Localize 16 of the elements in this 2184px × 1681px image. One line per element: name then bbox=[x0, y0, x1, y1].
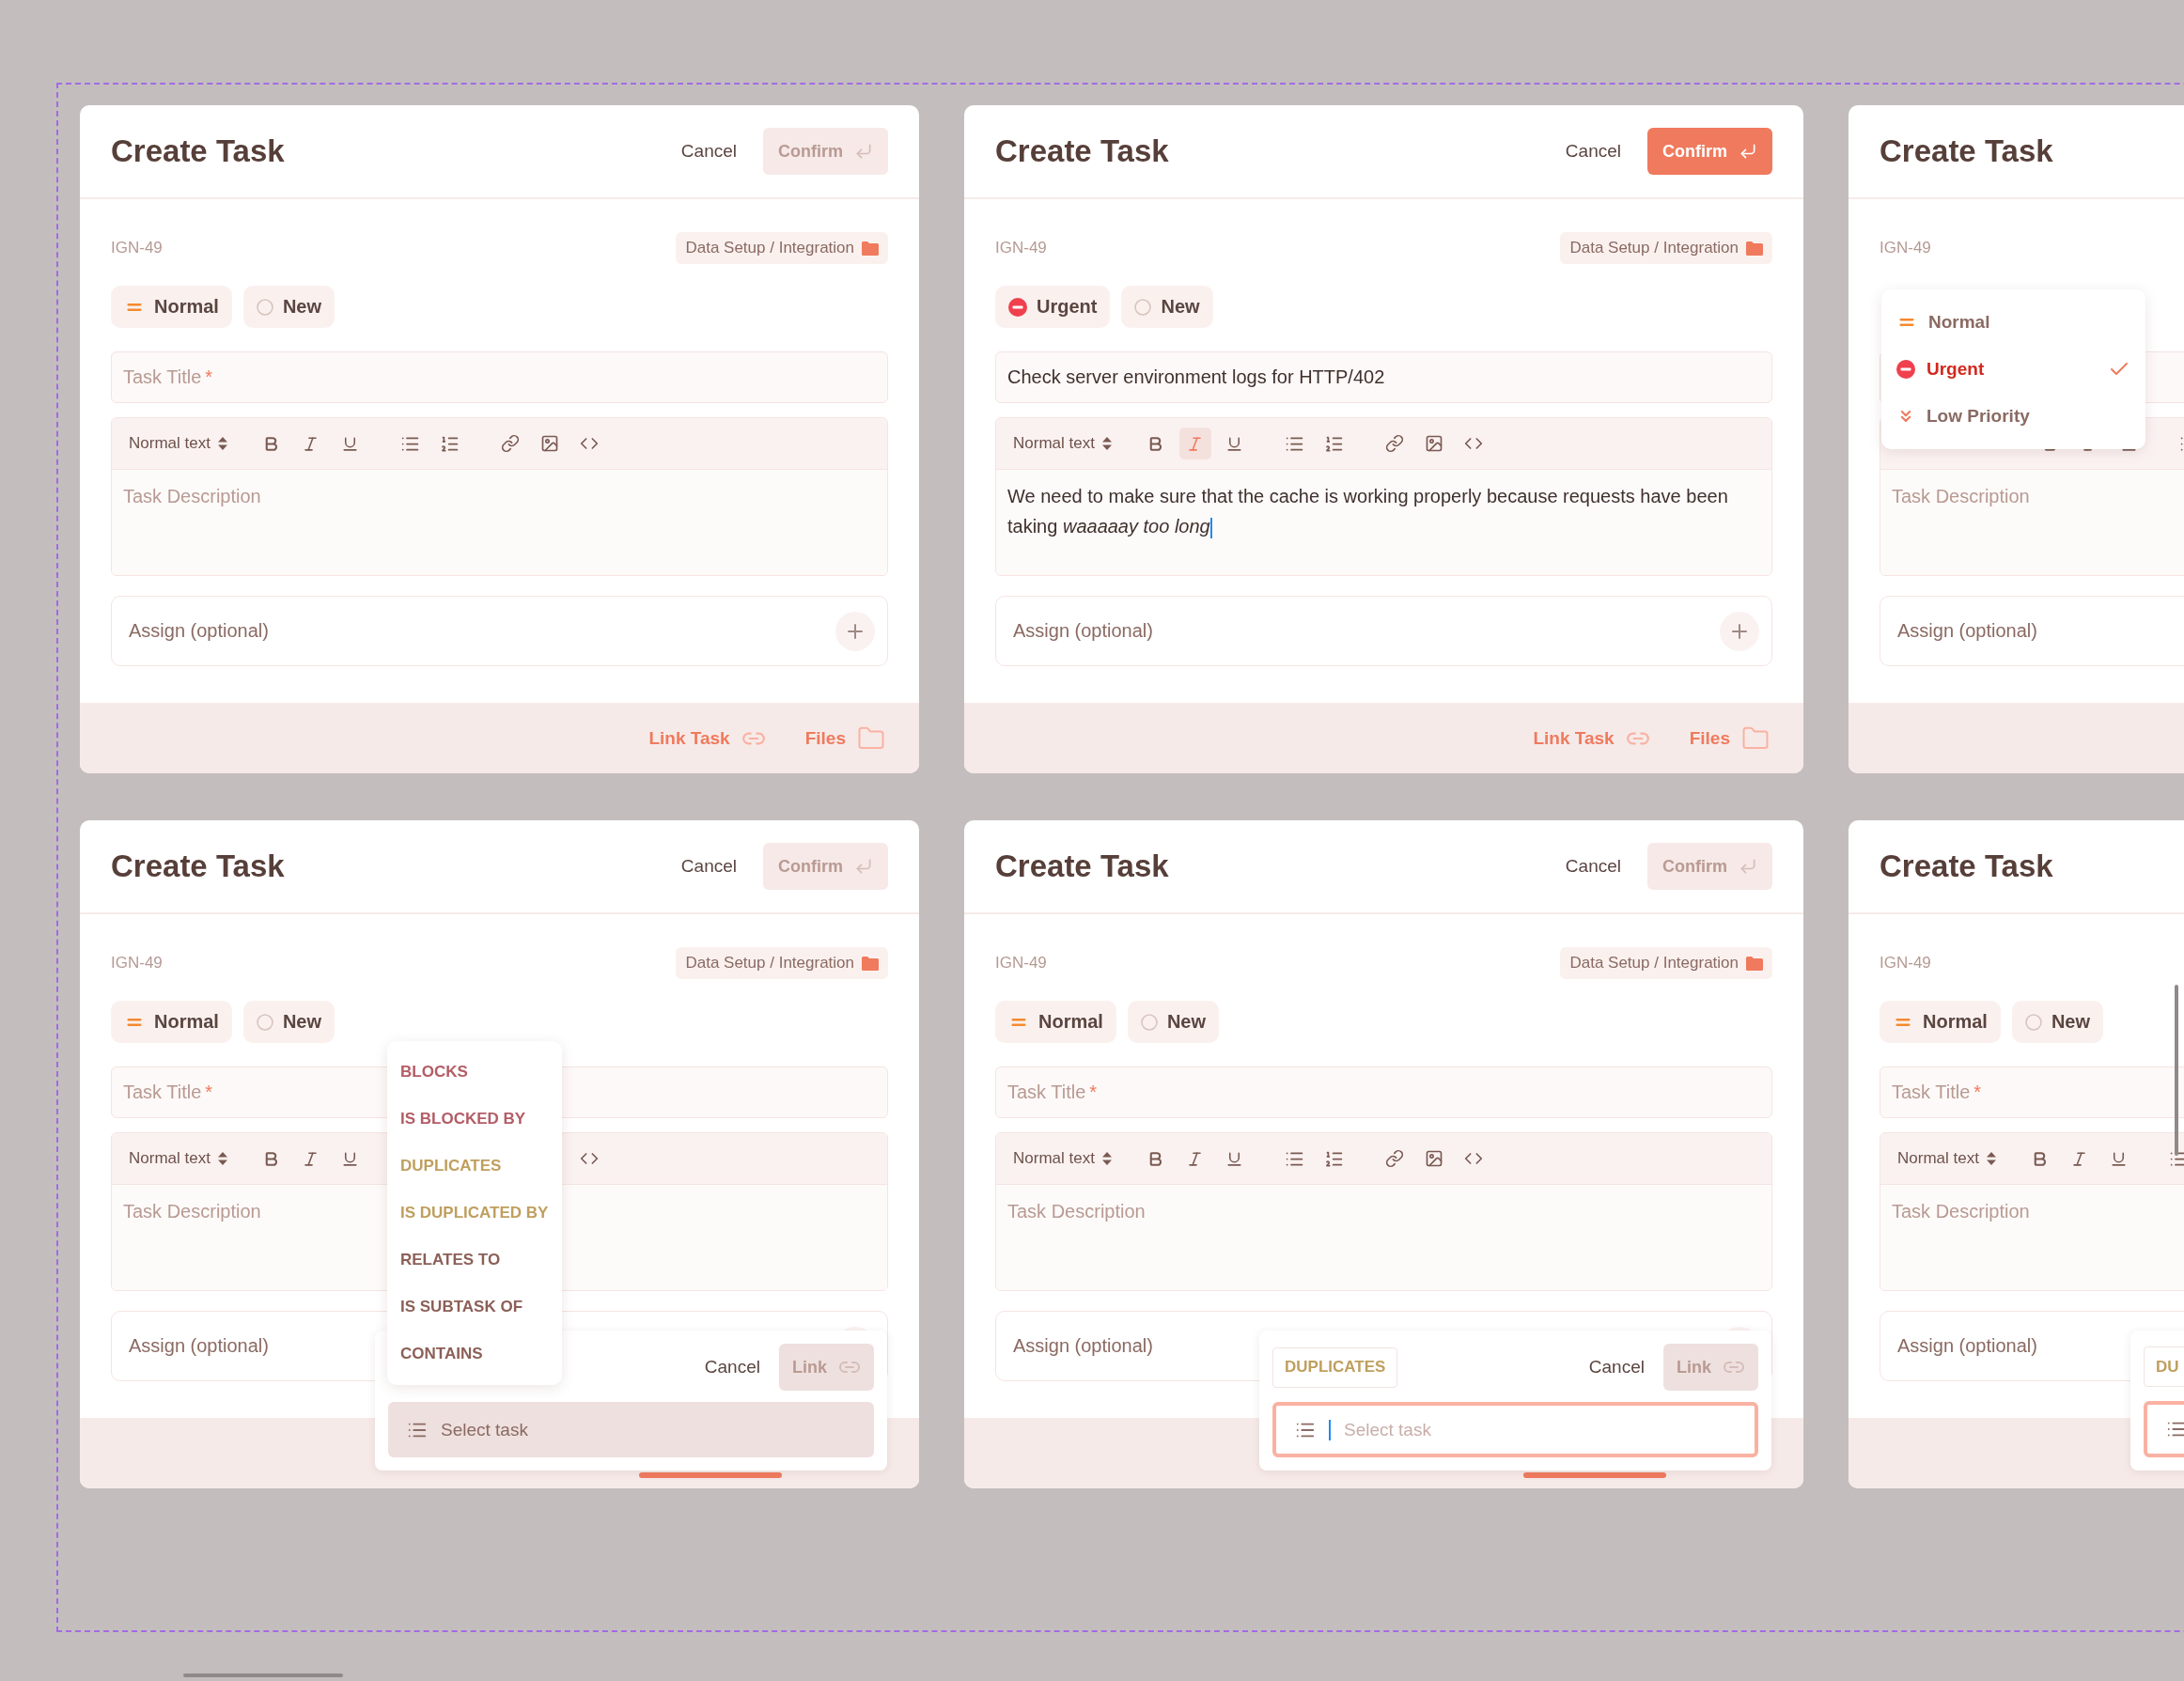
dialog-title: Create Task bbox=[111, 133, 285, 169]
task-id: IGN-49 bbox=[1880, 239, 1931, 257]
task-id: IGN-49 bbox=[995, 954, 1047, 973]
task-id: IGN-49 bbox=[111, 954, 163, 973]
dialog-title: Create Task bbox=[1880, 848, 2053, 884]
dialog-title: Create Task bbox=[1880, 133, 2053, 169]
required-mark: * bbox=[205, 1082, 213, 1103]
dialog-title: Create Task bbox=[995, 133, 1169, 169]
task-id: IGN-49 bbox=[1880, 954, 1931, 973]
required-mark: * bbox=[1973, 1082, 1982, 1103]
required-mark: * bbox=[1089, 1082, 1098, 1103]
task-id: IGN-49 bbox=[995, 239, 1047, 257]
task-id: IGN-49 bbox=[111, 239, 163, 257]
dialog-title: Create Task bbox=[995, 848, 1169, 884]
dialog-title: Create Task bbox=[111, 848, 285, 884]
required-mark: * bbox=[205, 366, 213, 388]
